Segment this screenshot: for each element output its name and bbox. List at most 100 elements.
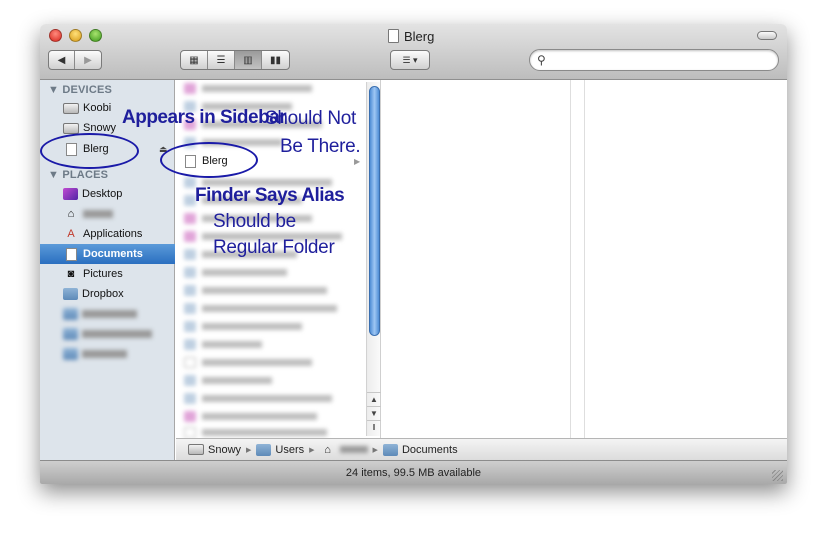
folder-icon [256, 443, 272, 456]
redacted-label [83, 210, 113, 218]
list-view-button[interactable]: ☰ [208, 51, 235, 69]
sidebar-item-redacted[interactable] [40, 324, 175, 344]
column-view-icon: ▥ [243, 54, 253, 66]
forward-button[interactable]: ▶ [75, 51, 101, 69]
sidebar-item-pictures[interactable]: ◙ Pictures [40, 264, 175, 284]
status-text: 24 items, 99.5 MB available [345, 466, 482, 479]
devices-heading[interactable]: ▼ DEVICES [48, 84, 112, 96]
chevron-right-icon: ▶ [372, 446, 378, 454]
documents-folder-icon [382, 443, 398, 456]
redacted-label [82, 350, 127, 358]
list-item[interactable] [184, 336, 262, 352]
redacted-label [82, 310, 137, 318]
computer-icon [63, 102, 79, 114]
search-field[interactable]: ⚲ [529, 49, 779, 71]
column-resize-handle[interactable]: ‖ [367, 420, 381, 433]
drive-icon [63, 122, 79, 134]
arrange-menu-button[interactable]: ☰ ▾ [390, 50, 430, 70]
document-icon [388, 29, 399, 43]
list-item[interactable] [184, 282, 327, 298]
sidebar-item-dropbox[interactable]: Dropbox [40, 284, 175, 304]
places-heading[interactable]: ▼ PLACES [48, 169, 108, 181]
annotation-be-there: Be There. [280, 136, 361, 157]
sidebar-item-label: Dropbox [82, 288, 124, 300]
list-item[interactable] [184, 80, 312, 96]
desktop-icon [63, 188, 78, 200]
column-scrollbar[interactable]: ▲ ▼ ‖ [366, 82, 381, 436]
resize-handle[interactable] [772, 470, 783, 481]
search-icon: ⚲ [537, 53, 546, 67]
close-button[interactable] [49, 29, 62, 42]
folder-icon [63, 328, 78, 340]
blurred-file-list [176, 80, 366, 438]
path-bar: Snowy ▶ Users ▶ ⌂ ▶ Documents [176, 438, 787, 460]
forward-arrow-icon: ▶ [84, 54, 92, 66]
window-title-text: Blerg [404, 28, 435, 44]
annotation-should-be: Should be [213, 211, 296, 232]
sidebar-item-redacted[interactable] [40, 304, 175, 324]
path-crumb-home[interactable]: ⌂ [320, 443, 368, 457]
view-buttons: ▦ ☰ ▥ ▮▮ [180, 50, 290, 70]
list-item[interactable] [184, 300, 337, 316]
list-item[interactable] [184, 264, 287, 280]
path-crumb-users[interactable]: Users [256, 443, 305, 456]
crumb-label: Users [275, 443, 305, 456]
toolbar-toggle-button[interactable] [757, 31, 777, 40]
back-button[interactable]: ◀ [49, 51, 75, 69]
window-title: Blerg [388, 28, 434, 44]
list-item[interactable] [184, 354, 312, 370]
documents-column: Blerg ▶ ▲ ▼ ‖ [176, 80, 381, 438]
empty-column [381, 80, 571, 438]
sidebar-item-label: Applications [83, 228, 143, 240]
scroll-up-arrow[interactable]: ▲ [367, 392, 381, 405]
sidebar-item-home[interactable]: ⌂ [40, 204, 175, 224]
zoom-button[interactable] [89, 29, 102, 42]
minimize-button[interactable] [69, 29, 82, 42]
crumb-label: Documents [401, 443, 458, 456]
back-arrow-icon: ◀ [57, 54, 66, 66]
annotation-sidebar-note: Appears in Sidebar [122, 107, 287, 128]
scroll-down-arrow[interactable]: ▼ [367, 406, 381, 419]
sidebar-item-desktop[interactable]: Desktop [40, 184, 175, 204]
finder-window: Blerg ◀ ▶ ▦ ☰ ▥ ▮▮ ☰ ▾ ⚲ ▼ DEVICES Koobi [40, 24, 787, 484]
scrollbar-thumb[interactable] [369, 86, 380, 336]
applications-icon: A [67, 228, 75, 240]
sidebar-item-label: Koobi [83, 102, 112, 114]
icon-view-button[interactable]: ▦ [181, 51, 208, 69]
empty-column [571, 80, 585, 438]
folder-icon [63, 308, 78, 320]
sidebar-item-applications[interactable]: A Applications [40, 224, 175, 244]
documents-icon [63, 247, 79, 261]
folder-icon [63, 348, 78, 360]
sidebar-item-redacted[interactable] [40, 344, 175, 364]
path-crumb-documents[interactable]: Documents [382, 443, 458, 456]
pictures-icon: ◙ [67, 268, 75, 280]
chevron-right-icon: ▶ [246, 446, 252, 454]
search-input[interactable] [552, 52, 772, 68]
sidebar-item-label: Desktop [82, 188, 123, 200]
list-item[interactable] [184, 408, 317, 424]
drive-icon [188, 444, 204, 455]
list-item[interactable] [184, 372, 272, 388]
folder-icon [63, 288, 78, 300]
cover-flow-icon: ▮▮ [269, 54, 281, 66]
column-view-button[interactable]: ▥ [235, 51, 262, 69]
nav-buttons: ◀ ▶ [48, 50, 102, 70]
list-item[interactable] [184, 318, 302, 334]
home-icon: ⌂ [67, 208, 75, 220]
redacted-label [339, 446, 368, 453]
sidebar-item-label: Documents [83, 248, 143, 260]
sidebar-item-documents[interactable]: Documents [40, 244, 175, 264]
icon-view-icon: ▦ [189, 54, 199, 66]
home-icon: ⌂ [324, 443, 331, 456]
sidebar-item-label: Pictures [83, 268, 123, 280]
annotation-ellipse-column [160, 142, 258, 178]
annotation-regular-folder: Regular Folder [213, 237, 335, 258]
list-item[interactable] [184, 390, 332, 406]
empty-column [585, 80, 787, 438]
path-crumb-snowy[interactable]: Snowy [188, 444, 241, 456]
redacted-label [82, 330, 152, 338]
annotation-should-not: Should Not [265, 108, 357, 129]
status-bar: 24 items, 99.5 MB available [40, 460, 787, 484]
cover-flow-button[interactable]: ▮▮ [262, 51, 289, 69]
